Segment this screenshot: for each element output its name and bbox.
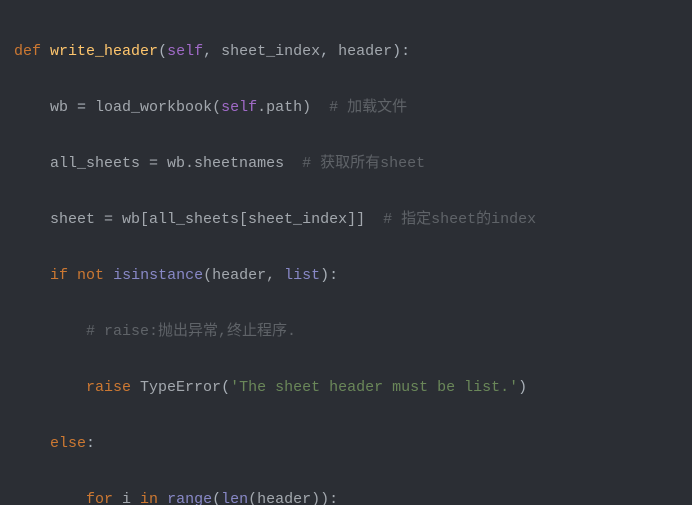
self-param: self [167,43,203,60]
code-line[interactable]: else: [14,430,692,458]
code-line[interactable]: if not isinstance(header, list): [14,262,692,290]
builtin-isinstance: isinstance [113,267,203,284]
code-line[interactable]: sheet = wb[all_sheets[sheet_index]] # 指定… [14,206,692,234]
keyword-if: if [50,267,68,284]
code-line[interactable]: # raise:抛出异常,终止程序. [14,318,692,346]
function-name: write_header [50,43,158,60]
builtin-range: range [167,491,212,505]
keyword-raise: raise [86,379,131,396]
string-literal: The sheet header must be list. [239,379,509,396]
comment: # 获取所有sheet [302,155,425,172]
code-line[interactable]: all_sheets = wb.sheetnames # 获取所有sheet [14,150,692,178]
code-line[interactable]: def write_header(self, sheet_index, head… [14,38,692,66]
builtin-len: len [221,491,248,505]
keyword-in: in [140,491,158,505]
keyword-else: else [50,435,86,452]
keyword-not: not [77,267,104,284]
comment: # 指定sheet的index [383,211,536,228]
builtin-list: list [284,267,320,284]
keyword-for: for [86,491,113,505]
keyword-def: def [14,43,41,60]
code-editor[interactable]: def write_header(self, sheet_index, head… [0,0,692,505]
comment: # raise:抛出异常,终止程序. [86,323,296,340]
code-line[interactable]: for i in range(len(header)): [14,486,692,505]
code-line[interactable]: raise TypeError('The sheet header must b… [14,374,692,402]
comment: # 加载文件 [329,99,407,116]
code-line[interactable]: wb = load_workbook(self.path) # 加载文件 [14,94,692,122]
